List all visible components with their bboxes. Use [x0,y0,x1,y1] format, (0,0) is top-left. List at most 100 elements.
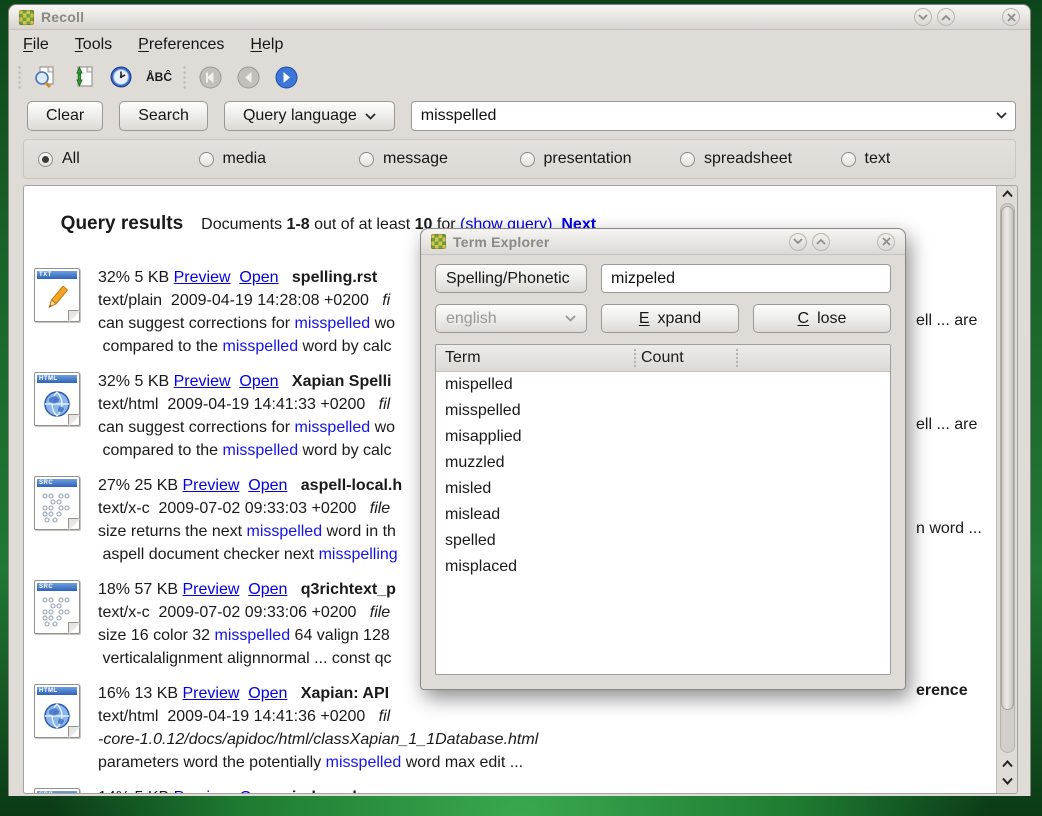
window-title: Recoll [41,9,84,25]
close-button[interactable] [1002,8,1020,26]
doc-icon-html: HTML [34,372,80,426]
term-list-item[interactable]: mislead [436,502,890,528]
open-link[interactable]: Open [248,581,287,598]
filter-all[interactable]: All [38,150,199,168]
term-input[interactable] [601,264,891,293]
term-list-item[interactable]: mispelled [436,372,890,398]
dialog-titlebar[interactable]: Term Explorer [421,229,905,255]
search-button[interactable]: Search [119,101,208,131]
doc-icon-fold [69,623,80,634]
radio-text[interactable] [841,152,856,167]
filter-label: spreadsheet [704,150,792,168]
minimize-button[interactable] [914,8,932,26]
maximize-button[interactable] [937,8,955,26]
preview-link[interactable]: Preview [183,581,240,598]
preview-link[interactable]: Preview [183,477,240,494]
expansion-mode-select[interactable]: Spelling/Phonetic [435,264,587,293]
filter-media[interactable]: media [199,150,360,168]
column-separator[interactable] [634,349,636,367]
scroll-down-icon[interactable] [1002,773,1013,789]
term-cell: muzzled [445,450,505,476]
term-list: Term Count mispelledmisspelledmisapplied… [435,344,891,675]
open-link[interactable]: Open [248,685,287,702]
scroll-up-icon-bottom[interactable] [1002,756,1013,772]
search-bar: Clear Search Query language [9,95,1030,137]
dialog-minimize-button[interactable] [789,233,807,251]
clear-button[interactable]: Clear [27,101,103,131]
term-cell: misplaced [445,554,517,580]
main-titlebar[interactable]: Recoll [9,5,1030,30]
filter-label: All [62,150,80,168]
dialog-maximize-button[interactable] [812,233,830,251]
scrollbar-thumb[interactable] [1001,206,1014,710]
term-list-item[interactable]: misled [436,476,890,502]
doc-icon-txt: TXT [34,268,80,322]
preview-link[interactable]: Preview [174,269,231,286]
search-input[interactable] [411,101,1016,131]
expand-button[interactable]: Expand [601,304,739,333]
update-index-button[interactable] [68,63,98,91]
filter-message[interactable]: message [359,150,520,168]
filter-spreadsheet[interactable]: spreadsheet [680,150,841,168]
doc-icon-label: SRC [39,584,53,590]
toolbar-separator [182,65,187,89]
term-list-item[interactable]: misspelled [436,398,890,424]
menu-file[interactable]: File [23,36,49,54]
preview-link[interactable]: Preview [174,789,231,794]
radio-media[interactable] [199,152,214,167]
preview-link[interactable]: Preview [174,373,231,390]
previous-page-button[interactable] [233,63,263,91]
open-link[interactable]: Open [239,789,278,794]
open-link[interactable]: Open [239,269,278,286]
combo-dropdown-icon[interactable] [996,112,1007,119]
menu-help[interactable]: Help [250,36,283,54]
filter-text[interactable]: text [841,150,1002,168]
column-separator[interactable] [736,349,738,367]
result-text-fragment: ell ... are [916,312,977,330]
term-list-item[interactable]: spelled [436,528,890,554]
filter-label: text [865,150,891,168]
term-column-header[interactable]: Term [436,349,481,367]
toolbar-handle[interactable] [17,65,22,89]
menu-tools[interactable]: Tools [75,36,112,54]
term-list-item[interactable]: misapplied [436,424,890,450]
results-scrollbar[interactable] [996,186,1017,793]
show-query-detail-button[interactable] [30,63,60,91]
next-page-button[interactable] [271,63,301,91]
search-combo [411,101,1016,131]
doc-icon-label: HTML [39,376,58,382]
term-list-item[interactable]: misplaced [436,554,890,580]
count-column-header[interactable]: Count [641,349,684,367]
dialog-close-button[interactable] [877,233,895,251]
scroll-up-icon[interactable] [997,186,1017,202]
term-list-item[interactable]: muzzled [436,450,890,476]
filter-label: presentation [544,150,632,168]
radio-spreadsheet[interactable] [680,152,695,167]
result-row: HTML16% 13 KB Preview Open Xapian: APIte… [24,678,1017,782]
radio-presentation[interactable] [520,152,535,167]
doc-icon-fold [69,311,80,322]
open-link[interactable]: Open [248,477,287,494]
dialog-close-action-button[interactable]: Close [753,304,891,333]
sort-by-date-button[interactable] [106,63,136,91]
doc-icon-fold [69,415,80,426]
filter-presentation[interactable]: presentation [520,150,681,168]
radio-all[interactable] [38,152,53,167]
document-search-icon [33,65,57,89]
term-explorer-button[interactable]: ÅBĈ [144,63,174,91]
result-text-fragment: erence [916,682,968,700]
arrow-right-icon [275,66,298,89]
query-language-select[interactable]: Query language [224,101,395,131]
preview-link[interactable]: Preview [183,685,240,702]
doc-icon-src: SRC [34,476,80,530]
term-cell: mislead [445,502,500,528]
radio-message[interactable] [359,152,374,167]
term-explorer-dialog: Term Explorer Spelling/Phonetic english [420,228,906,690]
scrollbar-track[interactable] [1000,203,1015,753]
language-select[interactable]: english [435,304,587,333]
result-row: SRC14% 5 KB Preview Open indexer.htext/x… [24,782,1017,794]
menu-preferences[interactable]: Preferences [138,36,224,54]
term-cell: spelled [445,528,496,554]
first-page-button[interactable] [195,63,225,91]
open-link[interactable]: Open [239,373,278,390]
